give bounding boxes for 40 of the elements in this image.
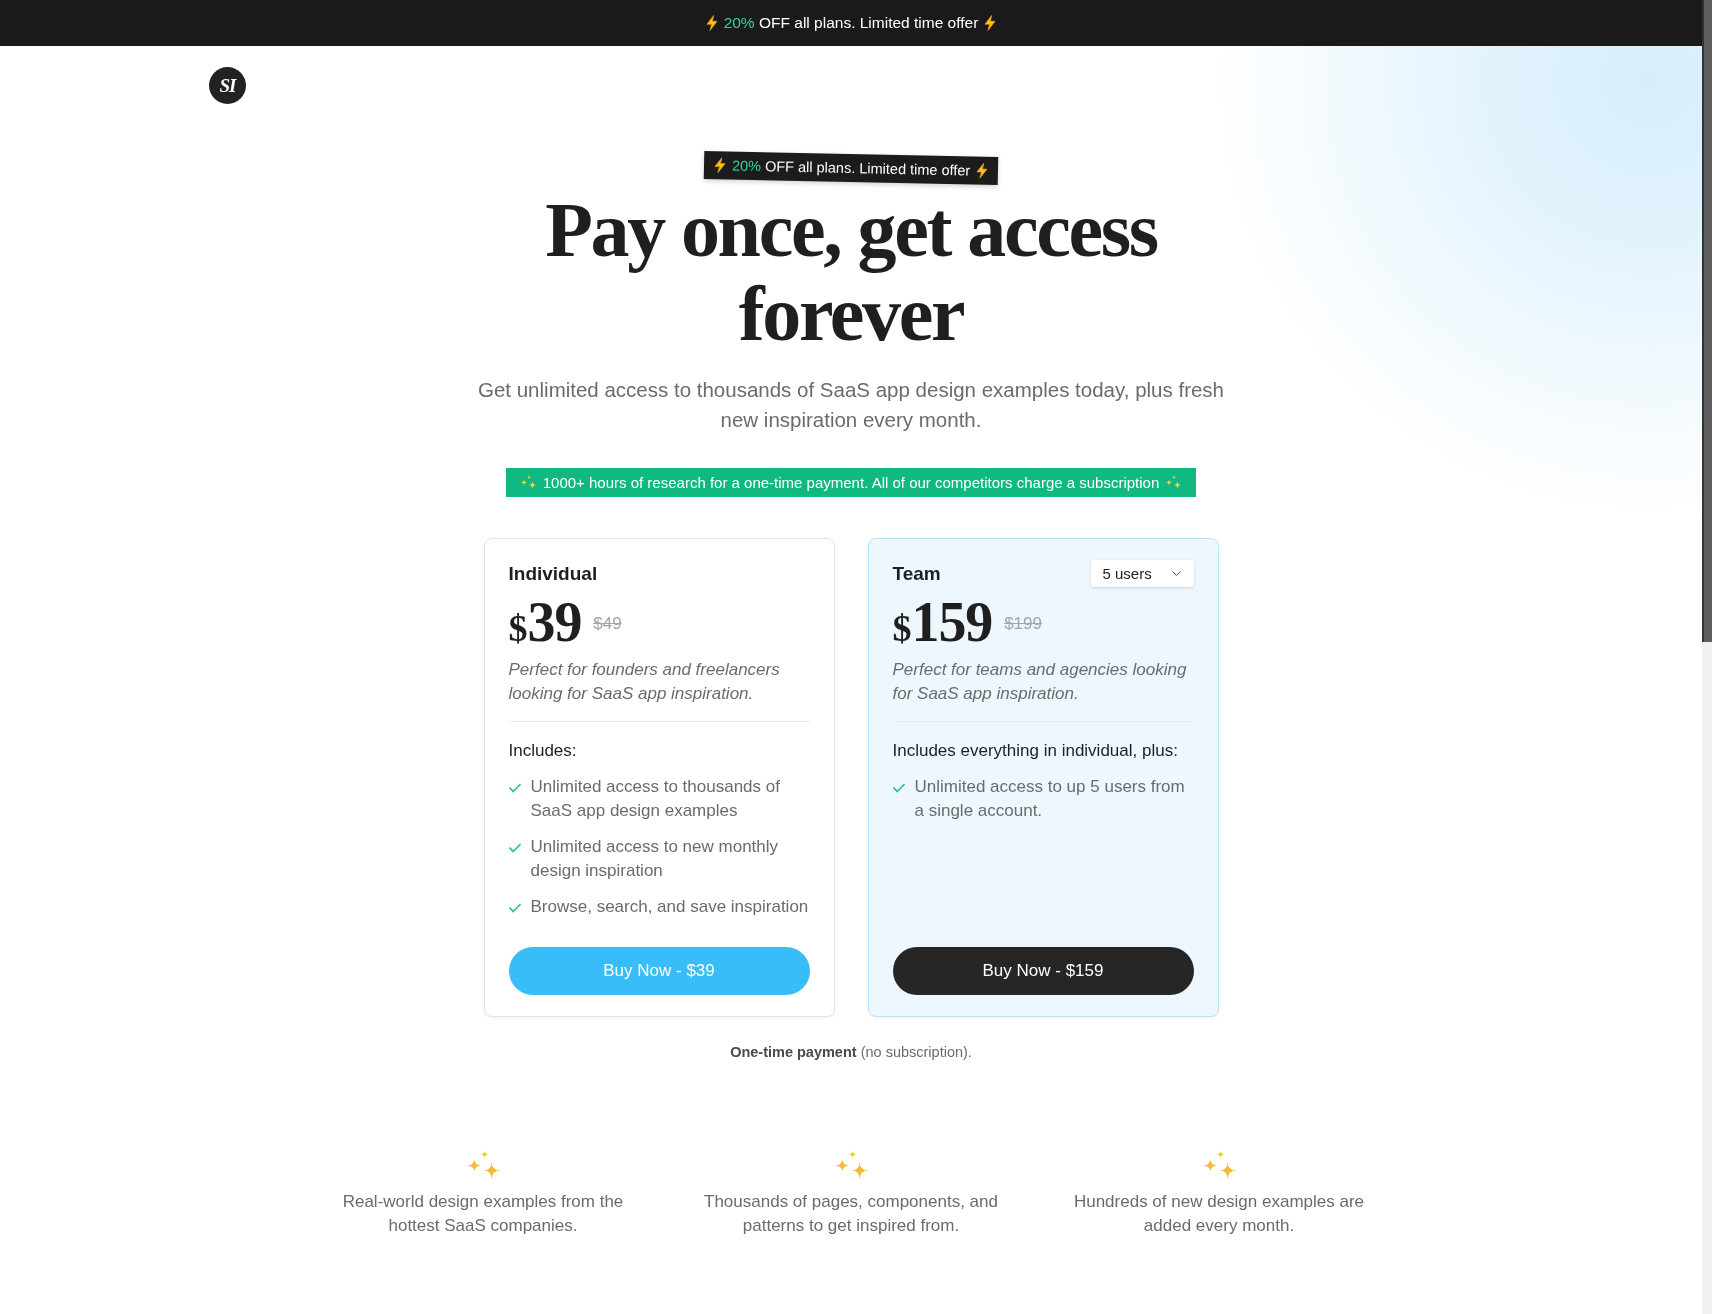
benefit-text: Hundreds of new design examples are added every month.	[1072, 1190, 1366, 1237]
lightning-icon	[984, 15, 997, 31]
sparkles-icon	[1201, 1150, 1237, 1180]
price: $159	[892, 594, 993, 650]
check-icon	[892, 783, 905, 793]
lightning-icon	[975, 162, 989, 179]
lightning-icon	[713, 157, 727, 174]
feature-text: Unlimited access to new monthly design inspiration	[530, 836, 780, 882]
buy-now-button[interactable]: Buy Now - $159	[892, 947, 1194, 995]
plan-name: Team	[892, 562, 941, 585]
price: $39	[508, 594, 582, 650]
check-icon	[508, 903, 521, 913]
benefit-text: Thousands of pages, components, and patterns to get inspired from.	[703, 1190, 999, 1237]
badge-text: 20% OFF all plans. Limited time offer	[731, 157, 971, 179]
scrollbar-thumb[interactable]	[1702, 0, 1712, 642]
check-icon	[508, 843, 521, 853]
sparkles-icon	[833, 1150, 869, 1180]
plan-description: Perfect for teams and agencies looking for SaaS app inspiration.	[892, 659, 1188, 705]
headline: Pay once, get access forever	[544, 188, 1159, 356]
plan-description: Perfect for founders and freelancers looking for SaaS app inspiration.	[508, 659, 781, 705]
feature-text: Unlimited access to thousands of SaaS app design examples	[530, 776, 781, 822]
includes-label: Includes everything in individual, plus:	[892, 740, 1179, 762]
check-icon	[508, 783, 521, 793]
logo[interactable]: SI	[209, 67, 246, 104]
sparkles-icon	[465, 1150, 501, 1180]
sparkles-icon	[519, 475, 537, 490]
subtitle: Get unlimited access to thousands of SaaS app design examples today, plus fresh new inspiration every month.	[477, 377, 1225, 433]
lightning-icon	[705, 15, 718, 31]
includes-label: Includes:	[508, 740, 578, 762]
old-price: $49	[593, 614, 622, 634]
seat-dropdown[interactable]: 5 users	[1090, 560, 1194, 587]
old-price: $199	[1004, 614, 1042, 634]
feature-text: Unlimited access to up 5 users from a single account.	[914, 776, 1186, 822]
banner-text: 1000+ hours of research for a one-time payment. All of our competitors charge a subscription	[542, 474, 1160, 491]
benefit-text: Real-world design examples from the hottest SaaS companies.	[341, 1190, 625, 1237]
announcement-text: 20% OFF all plans. Limited time offer	[723, 14, 979, 32]
feature-text: Browse, search, and save inspiration	[530, 896, 809, 918]
payment-note: One-time payment (no subscription).	[730, 1043, 972, 1062]
sparkles-icon	[1165, 475, 1183, 490]
plan-name: Individual	[508, 562, 598, 585]
